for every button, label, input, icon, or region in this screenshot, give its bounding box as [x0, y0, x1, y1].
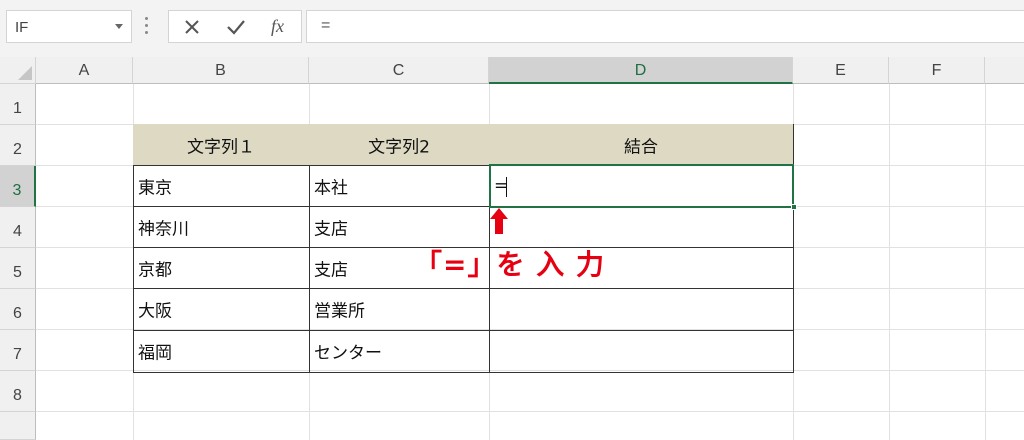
table-cell[interactable]: 大阪	[133, 288, 310, 331]
chevron-down-icon[interactable]	[115, 24, 123, 29]
table-cell[interactable]	[489, 288, 794, 331]
name-box[interactable]: IF	[6, 10, 132, 43]
formula-input[interactable]: =	[306, 10, 1024, 43]
gridline	[889, 84, 890, 440]
close-icon[interactable]	[179, 15, 205, 39]
table-cell[interactable]: 東京	[133, 165, 310, 207]
row-header-9[interactable]	[0, 412, 36, 440]
annotation-text: 「=」を 入 力	[414, 248, 605, 281]
name-box-value: IF	[15, 19, 29, 36]
column-header-a[interactable]: A	[36, 57, 133, 84]
table-cell[interactable]: 京都	[133, 247, 310, 289]
table-cell[interactable]: 福岡	[133, 330, 310, 373]
formula-bar-area: IF fx =	[0, 0, 1024, 57]
table-cell[interactable]: 神奈川	[133, 206, 310, 248]
row-header-8[interactable]: 8	[0, 371, 36, 412]
column-header-g[interactable]	[985, 57, 1024, 84]
row-header-3[interactable]: 3	[0, 166, 36, 207]
formula-value: =	[321, 17, 331, 34]
column-header-c[interactable]: C	[309, 57, 489, 84]
column-header-b[interactable]: B	[133, 57, 309, 84]
row-header-4[interactable]: 4	[0, 207, 36, 248]
formula-buttons: fx	[168, 10, 302, 43]
table-header-cell[interactable]: 結合	[489, 124, 794, 166]
table-cell[interactable]: 本社	[309, 165, 490, 207]
table-header-cell[interactable]: 文字列2	[309, 124, 490, 166]
drag-handle-icon[interactable]	[145, 17, 148, 35]
text-caret	[506, 177, 507, 197]
arrow-up-icon	[489, 207, 509, 235]
column-header-d[interactable]: D	[489, 57, 793, 84]
table-cell[interactable]	[489, 206, 794, 248]
check-icon[interactable]	[223, 15, 249, 39]
row-header-5[interactable]: 5	[0, 248, 36, 289]
active-cell[interactable]: =	[489, 164, 794, 208]
table-cell[interactable]: 営業所	[309, 288, 490, 331]
table-header-cell[interactable]: 文字列１	[133, 124, 310, 166]
table-cell[interactable]: 支店	[309, 206, 490, 248]
row-header-7[interactable]: 7	[0, 330, 36, 371]
fill-handle[interactable]	[791, 204, 797, 210]
column-header-f[interactable]: F	[889, 57, 985, 84]
row-header-2[interactable]: 2	[0, 125, 36, 166]
select-all-button[interactable]	[0, 57, 36, 84]
gridline	[36, 411, 1024, 412]
table-cell[interactable]	[489, 330, 794, 373]
gridline	[985, 84, 986, 440]
fx-label: fx	[271, 16, 284, 36]
column-header-e[interactable]: E	[793, 57, 889, 84]
table-cell[interactable]: センター	[309, 330, 490, 373]
insert-function-button[interactable]: fx	[267, 15, 293, 39]
row-header-6[interactable]: 6	[0, 289, 36, 330]
row-header-1[interactable]: 1	[0, 84, 36, 125]
